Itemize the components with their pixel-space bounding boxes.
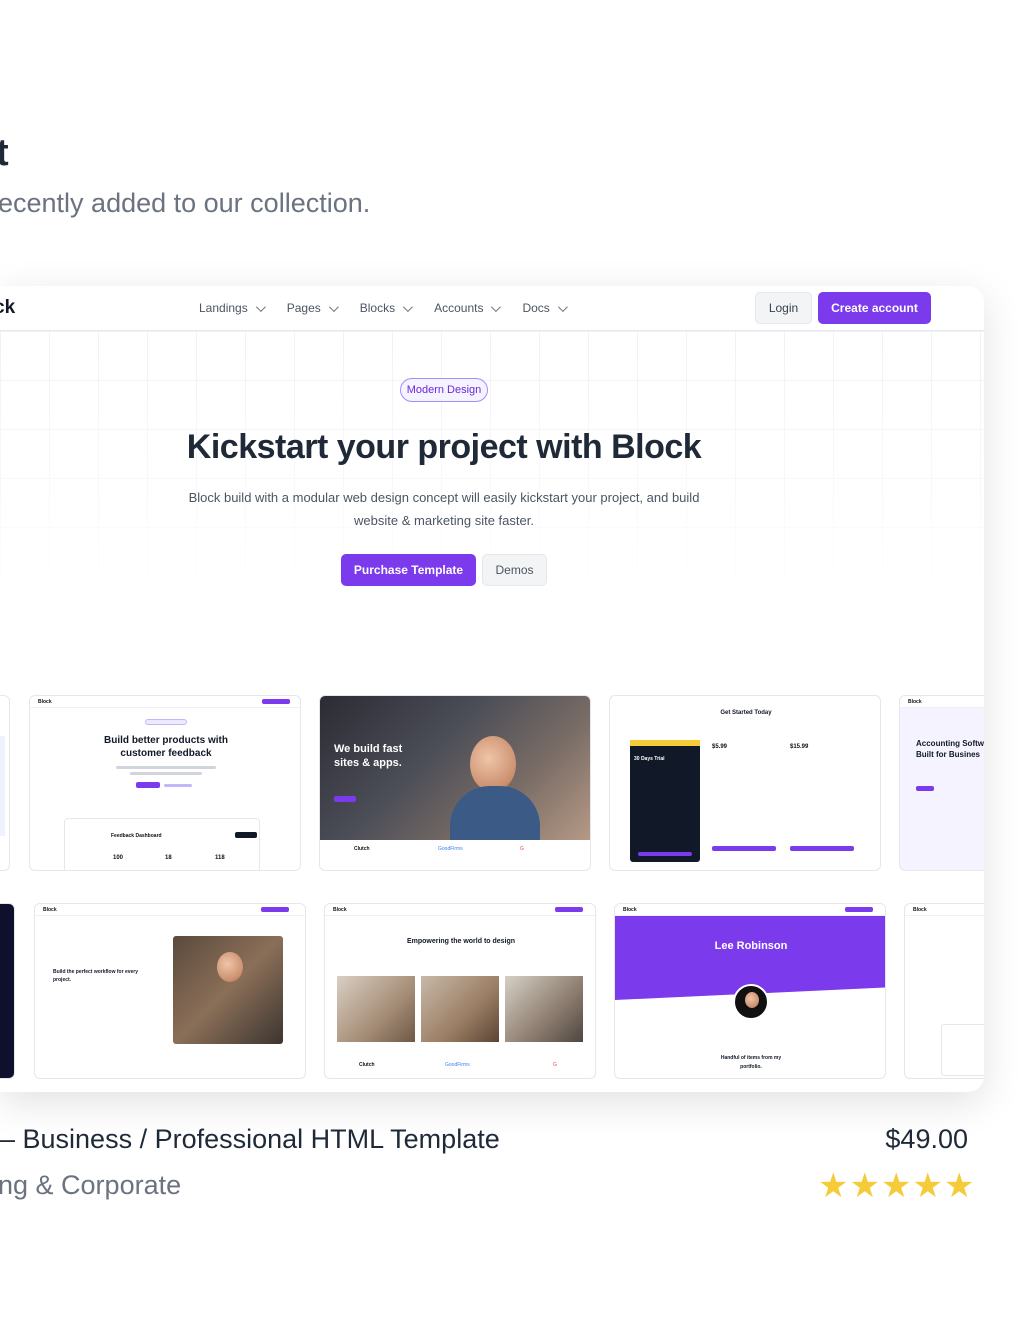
thumbnail-partial-left-2[interactable] (0, 903, 15, 1079)
thumb-pricing-title: Get Started Today (720, 710, 772, 716)
thumb-photo-1 (337, 976, 415, 1042)
preview-menu: Landings Pages Blocks Accounts Docs (199, 301, 568, 315)
chevron-down-icon (491, 301, 502, 312)
create-account-button[interactable]: Create account (818, 292, 931, 324)
chevron-down-icon (403, 301, 413, 312)
avatar (745, 992, 759, 1008)
menu-item-blocks[interactable]: Blocks (360, 301, 413, 315)
product-price: $49.00 (885, 1124, 968, 1154)
thumbnail-empower[interactable]: Block Empowering the world to design Clu… (324, 903, 596, 1079)
purchase-template-button[interactable]: Purchase Template (341, 554, 476, 586)
star-icon: ★ (912, 1167, 943, 1205)
thumb-profile-name: Lee Robinson (714, 940, 788, 952)
hero-title: Kickstart your project with Block (186, 428, 702, 466)
thumbnail-profile[interactable]: Block Lee Robinson Handful of items from… (614, 903, 886, 1079)
product-title[interactable]: – Business / Professional HTML Template (0, 1124, 500, 1155)
person-photo (217, 952, 243, 982)
template-preview-card[interactable]: ck Landings Pages Blocks Accounts Docs L… (0, 286, 984, 1092)
menu-item-accounts[interactable]: Accounts (434, 301, 502, 315)
thumb-photo-3 (505, 976, 583, 1042)
thumb-feedback-title: Build better products with customer feed… (104, 735, 228, 759)
thumbnail-partial-right-2[interactable]: Block (904, 903, 984, 1079)
rating-stars: ★ ★ ★ ★ ★ (818, 1168, 974, 1204)
star-icon: ★ (849, 1167, 880, 1205)
thumb-empower-title: Empowering the world to design (406, 938, 516, 945)
thumbnail-pricing[interactable]: Get Started Today 30 Days Trial $5.99 $1… (609, 695, 881, 871)
login-button[interactable]: Login (755, 292, 812, 324)
thumb-accounting-title: Accounting Softw Built for Busines (916, 739, 984, 759)
menu-item-landings[interactable]: Landings (199, 301, 266, 315)
thumb-workflow-title: Build the perfect workflow for every pro… (53, 969, 139, 983)
thumb-photo-2 (421, 976, 499, 1042)
thumbnail-accounting[interactable]: Block Accounting Softw Built for Busines (899, 695, 984, 871)
hero-description: Block build with a modular web design co… (188, 490, 700, 528)
menu-item-docs[interactable]: Docs (522, 301, 568, 315)
modern-design-badge: Modern Design (400, 378, 488, 402)
preview-logo: ck (0, 297, 16, 318)
section-subtitle: ecently added to our collection. (0, 188, 371, 218)
chevron-down-icon (557, 301, 568, 312)
thumb-portfolio-text: Handful of items from my portfolio. (720, 1055, 782, 1070)
thumbnail-partial-left-1[interactable] (0, 695, 10, 871)
chevron-down-icon (328, 301, 339, 312)
thumbnail-workflow[interactable]: Block Build the perfect workflow for eve… (34, 903, 306, 1079)
person-photo (470, 736, 516, 792)
product-category[interactable]: ng & Corporate (0, 1170, 181, 1201)
star-icon: ★ (880, 1167, 912, 1205)
menu-item-pages[interactable]: Pages (287, 301, 339, 315)
star-icon: ★ (818, 1167, 849, 1205)
section-title: t (0, 132, 9, 174)
thumb-apps-title: We build fast sites & apps. (334, 743, 403, 769)
thumbnail-apps[interactable]: We build fast sites & apps. Clutch GoodF… (319, 695, 591, 871)
chevron-down-icon (255, 301, 266, 312)
preview-navbar: ck Landings Pages Blocks Accounts Docs L… (0, 286, 984, 331)
demos-button[interactable]: Demos (482, 554, 547, 586)
thumbnail-feedback[interactable]: Block Build better products with custome… (29, 695, 301, 871)
star-icon: ★ (943, 1167, 975, 1205)
